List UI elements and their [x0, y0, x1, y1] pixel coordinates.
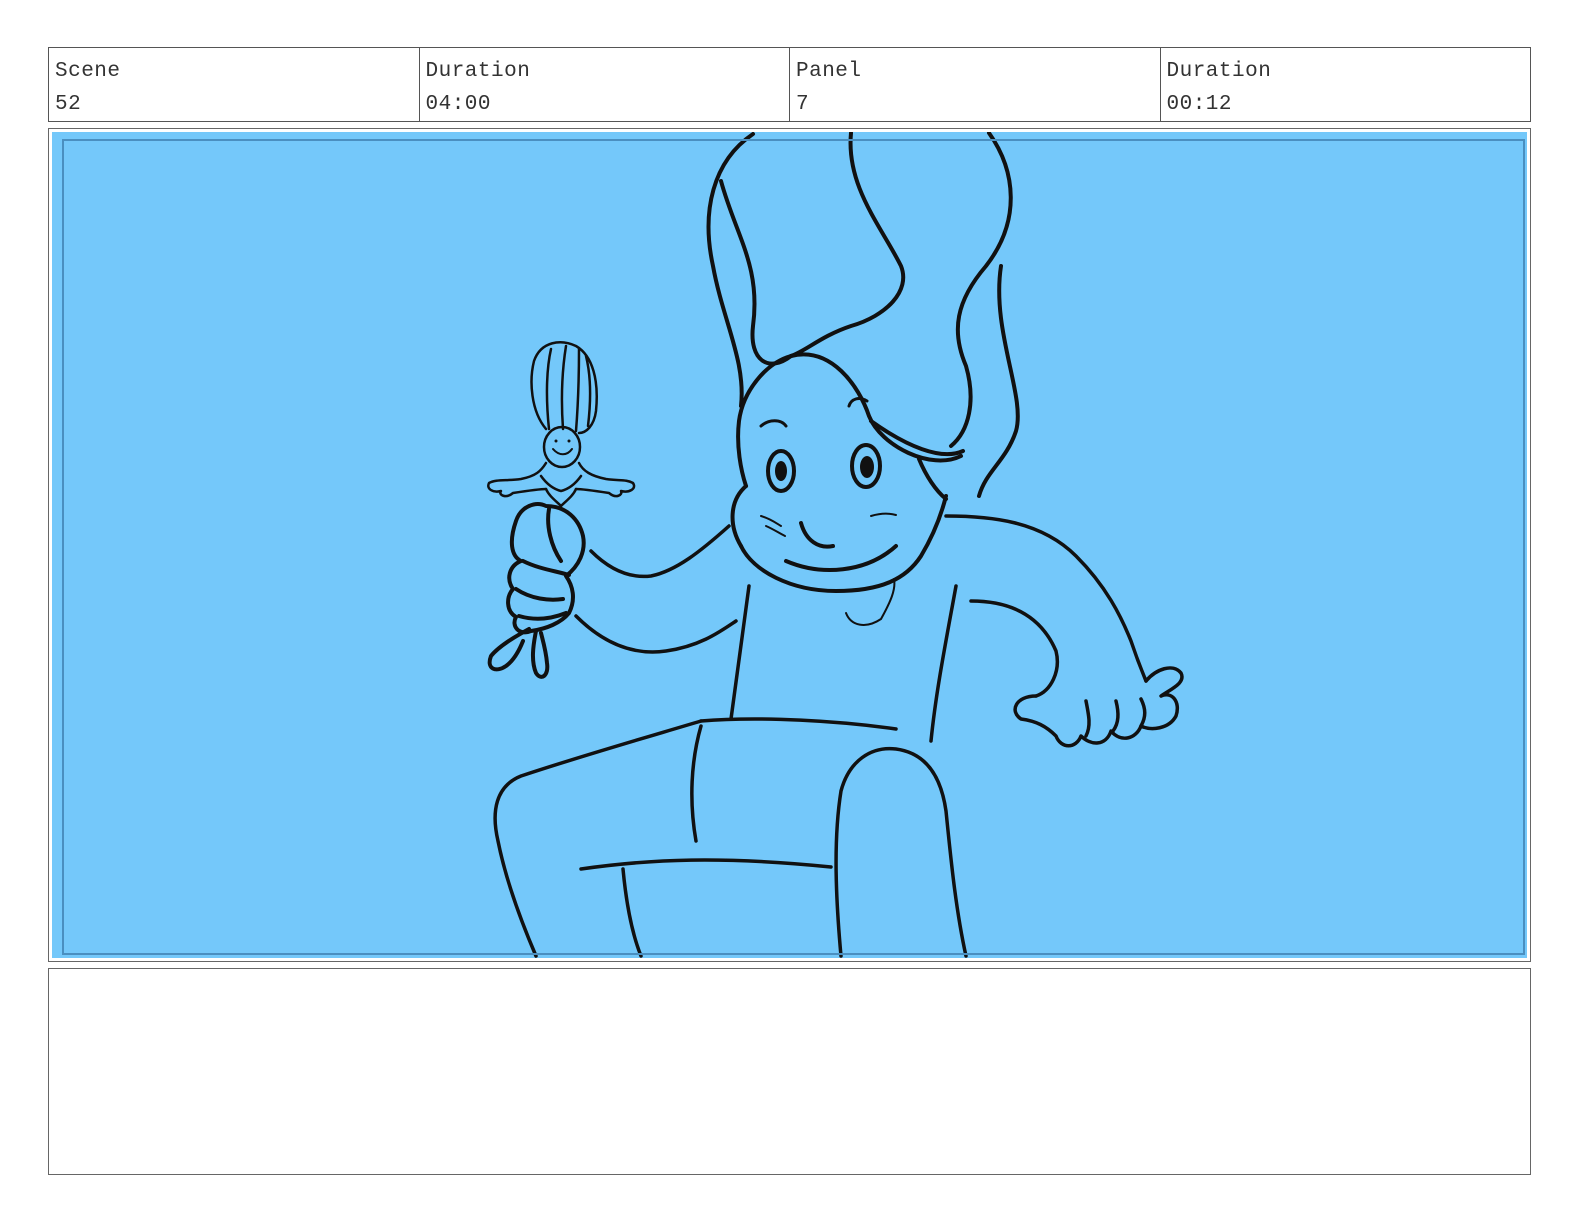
hair-sketch — [706, 132, 1020, 498]
panel-label: Panel — [796, 60, 862, 83]
scene-value[interactable]: 52 — [55, 88, 413, 121]
storyboard-header: Scene 52 Duration 04:00 Panel 7 Duration… — [48, 47, 1531, 122]
panel-duration-label: Duration — [1166, 60, 1272, 83]
notes-box[interactable] — [48, 968, 1531, 1175]
body-sketch — [574, 514, 1184, 748]
character-sketch — [487, 132, 1184, 958]
hand-sketch — [487, 502, 586, 679]
scene-duration-cell: Duration 04:00 — [420, 48, 790, 121]
panel-duration-value[interactable]: 00:12 — [1167, 88, 1525, 121]
scene-label: Scene — [55, 60, 121, 83]
panel-duration-cell: Duration 00:12 — [1161, 48, 1531, 121]
panel-value[interactable]: 7 — [796, 88, 1154, 121]
scene-duration-label: Duration — [425, 60, 531, 83]
head-sketch — [730, 354, 948, 626]
eyes-sketch — [760, 443, 897, 537]
scene-cell: Scene 52 — [49, 48, 420, 121]
legs-sketch — [493, 717, 968, 958]
doll-sketch — [487, 341, 636, 508]
scene-duration-value[interactable]: 04:00 — [426, 88, 784, 121]
panel-artwork[interactable] — [52, 132, 1527, 958]
storyboard-panel — [48, 128, 1531, 962]
panel-cell: Panel 7 — [790, 48, 1161, 121]
